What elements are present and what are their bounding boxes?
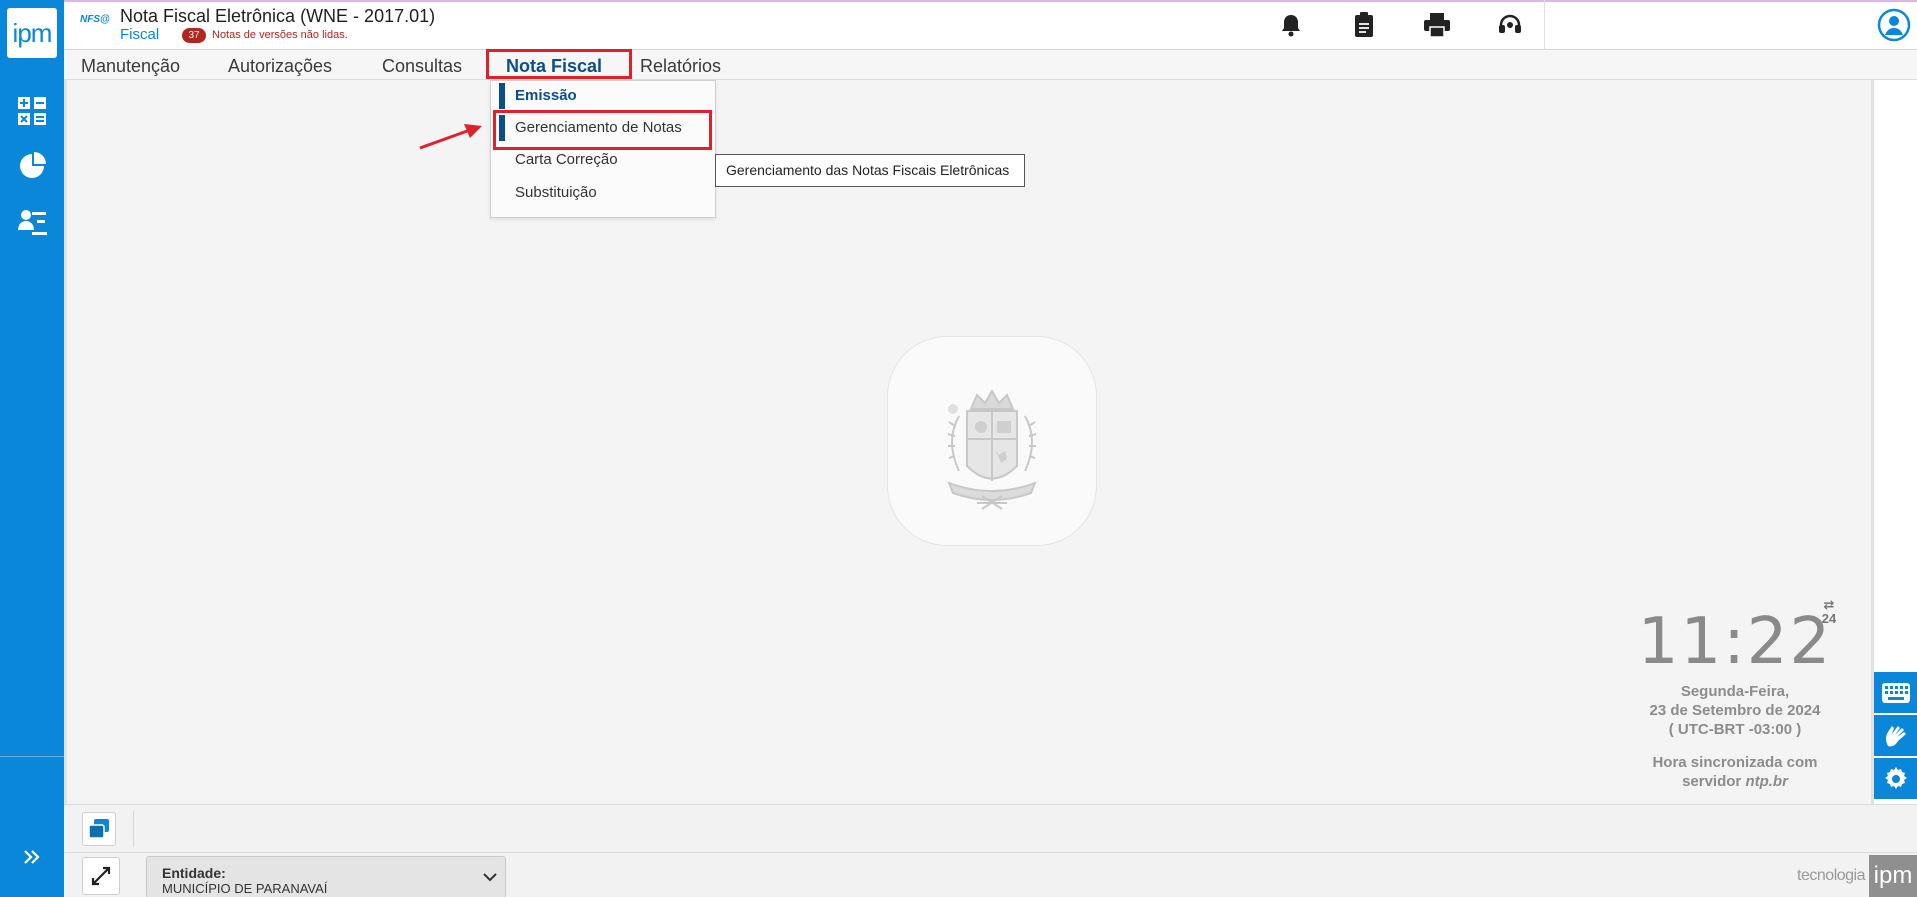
brand-box: ipm	[1869, 855, 1917, 897]
header-accent-line	[64, 0, 1917, 2]
annotation-highlight-nota-fiscal	[486, 49, 632, 79]
menu-manutencao[interactable]: Manutenção	[81, 54, 180, 78]
app-title: Nota Fiscal Eletrônica (WNE - 2017.01)	[120, 6, 436, 26]
menu-consultas[interactable]: Consultas	[382, 54, 462, 78]
footer-bar: Entidade: MUNICÍPIO DE PARANAVAÍ tecnolo…	[64, 852, 1917, 897]
annotation-arrow-icon	[419, 124, 482, 150]
menu-autorizacoes[interactable]: Autorizações	[228, 54, 332, 78]
app-header: NFS@ Nota Fiscal Eletrônica (WNE - 2017.…	[64, 0, 1917, 50]
bell-icon[interactable]	[1276, 10, 1306, 40]
ipm-logo[interactable]: ipm	[7, 8, 57, 58]
clock-sync-line2: servidor ntp.br	[1620, 772, 1850, 791]
entity-value: MUNICÍPIO DE PARANAVAÍ	[162, 881, 328, 896]
brand-text: tecnologia	[1797, 867, 1865, 884]
double-chevron-right-icon[interactable]	[0, 832, 64, 882]
taskbar-separator	[133, 811, 134, 847]
sidebar-divider	[0, 756, 64, 757]
nfs-logo-text: NFS	[80, 14, 100, 25]
header-separator	[1544, 0, 1545, 50]
clock-day: Segunda-Feira,	[1680, 683, 1790, 700]
windows-stack-icon[interactable]	[82, 812, 116, 846]
calculator-icon[interactable]	[0, 86, 64, 136]
dropdown-item-substituicao[interactable]: Substituição	[491, 178, 715, 208]
dropdown-item-emissao[interactable]: Emissão	[491, 81, 715, 111]
entity-selector[interactable]: Entidade: MUNICÍPIO DE PARANAVAÍ	[146, 856, 506, 897]
active-indicator-bar	[499, 83, 505, 109]
clock-date: 23 de Setembro de 2024	[1649, 702, 1821, 719]
main-menu-bar: Manutenção Autorizações Consultas Nota F…	[64, 50, 1917, 80]
user-circle-icon[interactable]	[1877, 8, 1911, 42]
clock-widget: 11:22 Segunda-Feira, 23 de Setembro de 2…	[1620, 602, 1850, 791]
clipboard-icon[interactable]	[1349, 10, 1379, 40]
clock-sync-text: Hora sincronizada com servidor ntp.br	[1620, 753, 1850, 791]
dropdown-item-label: Emissão	[515, 87, 577, 104]
entity-label: Entidade:	[162, 865, 226, 881]
tooltip: Gerenciamento das Notas Fiscais Eletrôni…	[715, 154, 1025, 187]
annotation-highlight-gerenciamento	[493, 110, 712, 150]
clock-sync-line1: Hora sincronizada com	[1652, 754, 1818, 771]
municipal-coat-of-arms	[887, 336, 1097, 546]
nfs-logo: NFS@	[80, 14, 110, 25]
brand-logo: tecnologia ipm	[1757, 853, 1917, 897]
sign-language-icon[interactable]	[1874, 715, 1917, 757]
dropdown-item-label: Substituição	[515, 184, 597, 201]
chevron-down-icon	[483, 869, 497, 887]
clock-sync-server: ntp.br	[1745, 773, 1788, 790]
gear-icon[interactable]	[1874, 758, 1917, 800]
app-subtitle: Fiscal	[120, 26, 160, 43]
user-desk-icon[interactable]	[0, 197, 64, 247]
headset-icon[interactable]	[1495, 10, 1525, 40]
fullscreen-icon[interactable]	[82, 857, 120, 895]
clock-sync-prefix: servidor	[1682, 773, 1746, 790]
pie-chart-icon[interactable]	[0, 141, 64, 191]
menu-relatorios[interactable]: Relatórios	[640, 54, 721, 78]
window-taskbar	[64, 804, 1917, 852]
dropdown-item-label: Carta Correção	[515, 151, 618, 168]
release-notes-text[interactable]: Notas de versões não lidas.	[212, 29, 348, 41]
clock-time: 11:22	[1637, 605, 1833, 679]
clock-timezone: ( UTC-BRT -03:00 )	[1668, 721, 1802, 738]
ipm-logo-text: ipm	[12, 17, 53, 48]
app-window: ipm NFS@ Nota Fiscal Eletrônica (WNE - 2…	[0, 0, 1917, 897]
release-notes-badge[interactable]: 37	[182, 28, 206, 43]
left-sidebar: ipm	[0, 0, 64, 897]
keyboard-icon[interactable]	[1874, 672, 1917, 714]
printer-icon[interactable]	[1422, 10, 1452, 40]
